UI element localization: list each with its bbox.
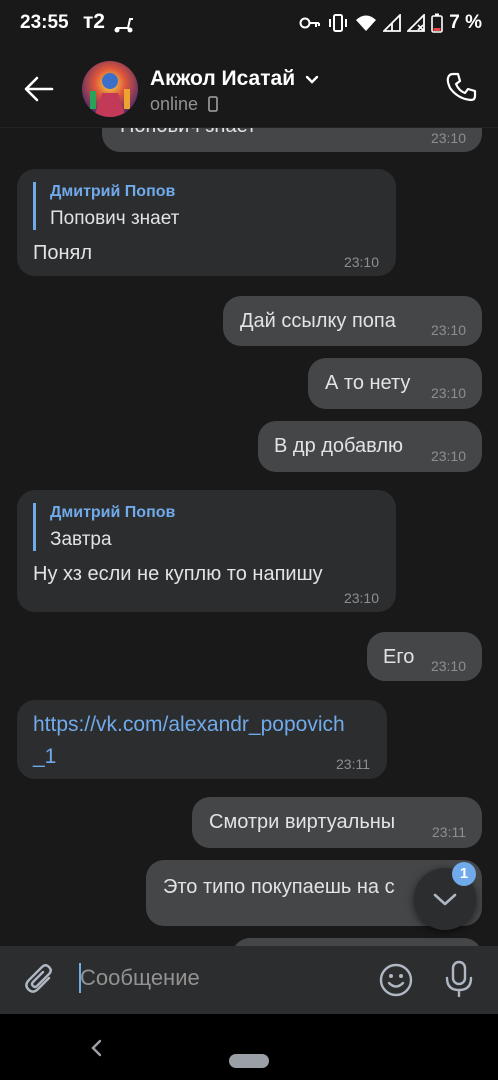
microphone-icon[interactable] xyxy=(444,960,474,998)
message-time: 23:10 xyxy=(430,130,466,146)
message-text: Ну хз если не куплю то напишу xyxy=(33,563,323,585)
message-composer xyxy=(0,946,498,1014)
message-time: 23:10 xyxy=(343,254,379,270)
message-outgoing[interactable]: А то нету 23:10 xyxy=(308,358,482,409)
message-time: 23:11 xyxy=(432,824,466,840)
message-time: 23:10 xyxy=(430,385,466,401)
key-icon xyxy=(299,17,321,29)
link-line-1: https://vk.com/alexandr_popovich xyxy=(33,713,345,736)
chevron-down-icon[interactable] xyxy=(305,75,319,85)
emoji-icon[interactable] xyxy=(378,962,414,998)
message-link[interactable]: https://vk.com/alexandr_popovich _1 xyxy=(33,709,345,773)
quote-text: Попович знает xyxy=(50,208,180,229)
message-outgoing[interactable]: Смотри виртуальны 23:11 xyxy=(192,797,482,848)
battery-icon xyxy=(431,13,444,33)
message-incoming[interactable]: https://vk.com/alexandr_popovich _1 23:1… xyxy=(17,700,387,779)
contact-status: online xyxy=(150,94,219,115)
message-text: В др добавлю xyxy=(274,435,403,457)
quote-author: Дмитрий Попов xyxy=(50,183,176,200)
wifi-icon xyxy=(356,15,377,31)
back-arrow-icon[interactable] xyxy=(22,72,56,106)
paperclip-icon[interactable] xyxy=(22,962,58,998)
message-outgoing[interactable]: Его 23:10 xyxy=(367,632,482,681)
message-text: А то нету xyxy=(325,372,411,394)
link-line-2: _1 xyxy=(33,745,57,768)
status-icons: 7 % xyxy=(299,12,482,34)
message-time: 23:10 xyxy=(430,658,466,674)
quote-author: Дмитрий Попов xyxy=(50,504,176,521)
nav-home-pill[interactable] xyxy=(229,1054,269,1068)
message-outgoing[interactable]: Попович знает 23:10 xyxy=(102,128,482,152)
message-time: 23:10 xyxy=(430,448,466,464)
signal-icon xyxy=(383,14,402,32)
nav-back-icon[interactable] xyxy=(88,1036,104,1060)
battery-percent: 7 % xyxy=(449,12,482,33)
message-incoming[interactable]: Дмитрий Попов Попович знает Понял 23:10 xyxy=(17,169,396,276)
message-list[interactable]: Попович знает 23:10 Дмитрий Попов Попови… xyxy=(0,128,498,946)
status-text: online xyxy=(150,94,199,114)
reply-quote[interactable]: Дмитрий Попов Завтра xyxy=(33,503,175,551)
message-outgoing[interactable]: Дай ссылку попа 23:10 xyxy=(223,296,482,346)
message-text: Понял xyxy=(33,242,93,264)
contact-name[interactable]: Акжол Исатай xyxy=(150,67,295,91)
chat-header: Акжол Исатай online xyxy=(0,50,498,128)
message-time: 23:10 xyxy=(343,590,379,606)
avatar[interactable] xyxy=(82,61,138,117)
message-incoming[interactable]: Дмитрий Попов Завтра Ну хз если не куплю… xyxy=(17,490,396,612)
scooter-icon xyxy=(114,18,133,33)
message-time: 23:11 xyxy=(336,756,370,772)
message-outgoing-partial[interactable] xyxy=(232,938,482,946)
message-text: Его xyxy=(383,646,415,668)
message-text: Дай ссылку попа xyxy=(240,310,396,332)
reply-quote[interactable]: Дмитрий Попов Попович знает xyxy=(33,182,179,230)
message-time: 23:10 xyxy=(430,322,466,338)
message-text: Это типо покупаешь на с xyxy=(163,876,395,898)
message-text: Попович знает xyxy=(120,128,256,138)
avatar-image xyxy=(82,61,138,117)
message-input[interactable] xyxy=(80,958,360,998)
unread-count-badge: 1 xyxy=(452,862,476,886)
signal-icon-2 xyxy=(407,14,426,32)
vibrate-icon xyxy=(329,14,348,32)
carrier-label: т2 xyxy=(83,10,105,33)
message-outgoing[interactable]: В др добавлю 23:10 xyxy=(258,421,482,472)
quote-text: Завтра xyxy=(50,529,112,550)
phone-call-icon[interactable] xyxy=(444,70,478,104)
system-nav-bar xyxy=(0,1014,498,1080)
status-bar: 23:55 т2 7 % xyxy=(0,0,498,50)
status-time: 23:55 xyxy=(20,12,69,33)
message-text: Смотри виртуальны xyxy=(209,811,396,833)
mobile-device-icon xyxy=(208,96,218,112)
